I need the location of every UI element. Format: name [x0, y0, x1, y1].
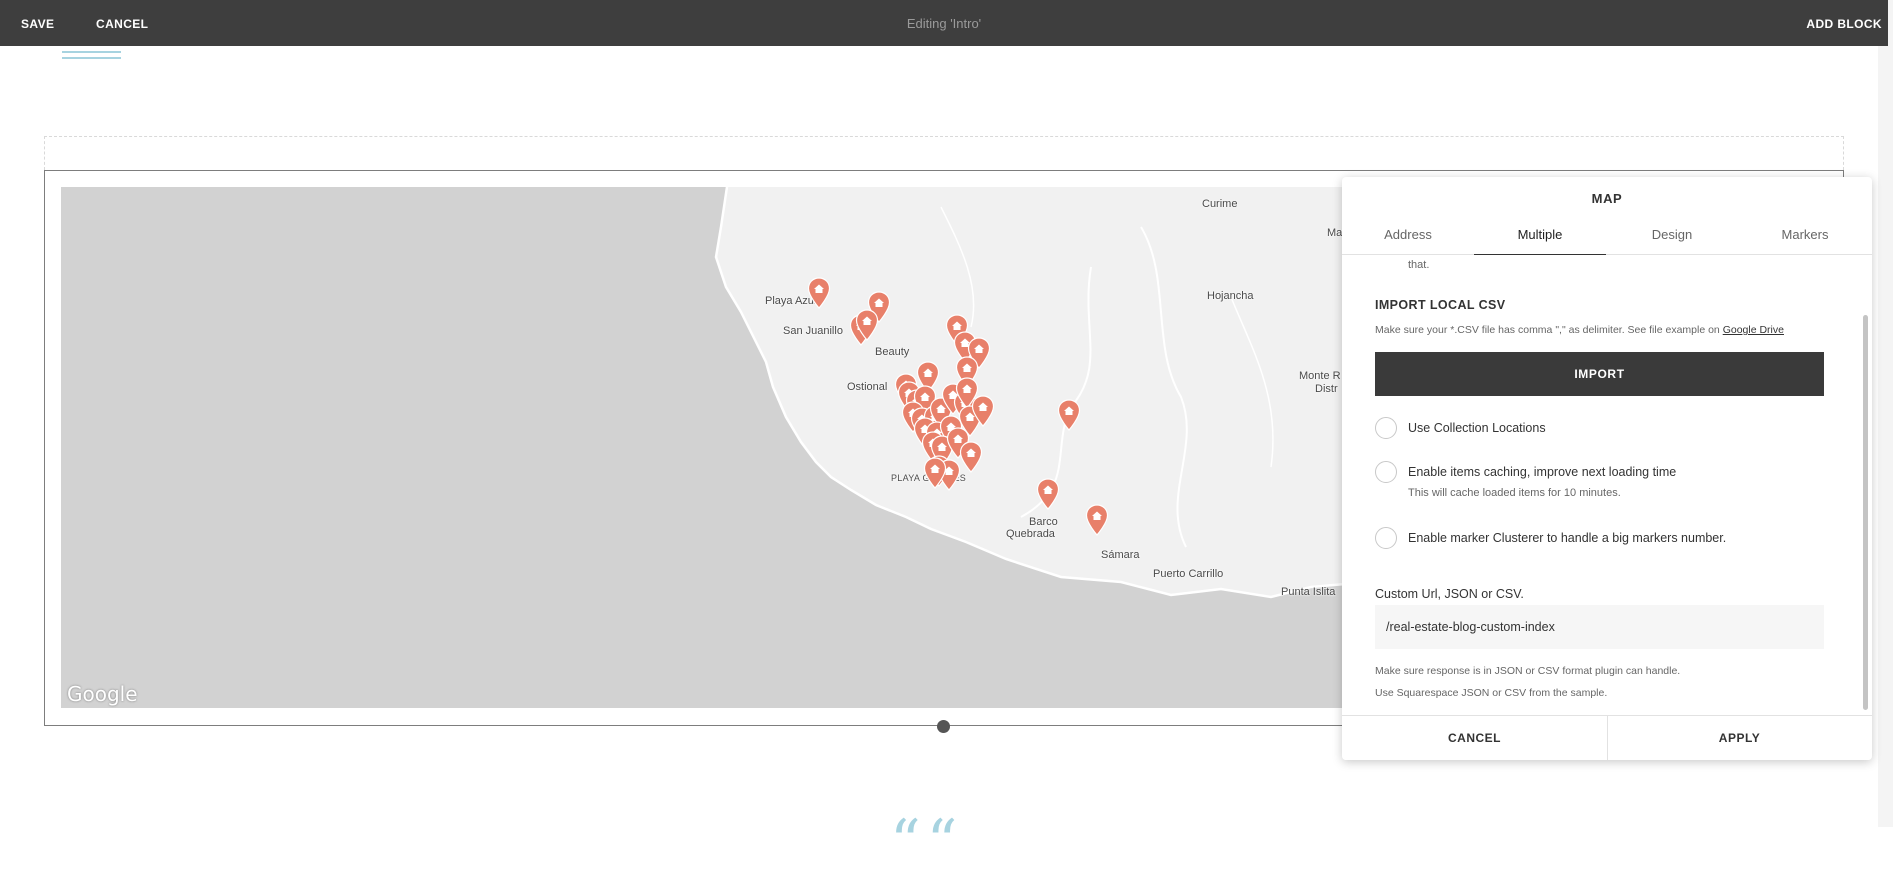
editor-toolbar: Editing 'Intro' SAVE CANCEL ADD BLOCK	[0, 0, 1888, 46]
map-label-ostional: Ostional	[847, 381, 888, 393]
panel-footer: CANCEL APPLY	[1342, 715, 1872, 760]
import-button[interactable]: IMPORT	[1375, 352, 1824, 396]
map-marker-icon[interactable]	[855, 309, 879, 341]
collection-locations-radio[interactable]	[1375, 417, 1397, 439]
google-logo: Google	[67, 682, 138, 706]
google-drive-link[interactable]: Google Drive	[1723, 324, 1784, 336]
map-label-monte-r: Monte R	[1299, 370, 1341, 382]
block-resize-handle[interactable]	[937, 720, 950, 733]
map-label-ma: Ma	[1327, 227, 1343, 239]
page-scrollbar[interactable]	[1878, 0, 1893, 827]
save-button[interactable]: SAVE	[21, 0, 54, 46]
map-settings-panel: MAP Address Multiple Design Markers that…	[1342, 177, 1872, 760]
custom-url-label: Custom Url, JSON or CSV.	[1375, 587, 1524, 601]
marker-clusterer-radio[interactable]	[1375, 527, 1397, 549]
panel-body[interactable]: that. IMPORT LOCAL CSV Make sure your *.…	[1342, 255, 1862, 716]
map-label-beauty: Beauty	[875, 346, 910, 358]
map-label-curime: Curime	[1202, 198, 1238, 210]
panel-tabs: Address Multiple Design Markers	[1342, 215, 1872, 255]
map-label-distr: Distr	[1315, 383, 1338, 395]
map-marker-icon[interactable]	[1036, 478, 1060, 510]
map-label-puerto-carrillo: Puerto Carrillo	[1153, 568, 1224, 580]
option-marker-clusterer[interactable]: Enable marker Clusterer to handle a big …	[1375, 527, 1824, 551]
items-caching-radio[interactable]	[1375, 461, 1397, 483]
custom-url-input[interactable]	[1375, 605, 1824, 649]
option-label: Enable items caching, improve next loadi…	[1408, 465, 1677, 479]
insert-block-zone[interactable]	[44, 136, 1844, 170]
map-marker-icon[interactable]	[1085, 504, 1109, 536]
map-label-quebrada: Quebrada	[1006, 528, 1055, 540]
custom-url-help-2: Use Squarespace JSON or CSV from the sam…	[1375, 687, 1608, 699]
map-marker-icon[interactable]	[807, 277, 831, 309]
custom-url-help-1: Make sure response is in JSON or CSV for…	[1375, 665, 1681, 677]
map-marker-icon[interactable]	[971, 395, 995, 427]
tab-markers[interactable]: Markers	[1738, 215, 1872, 255]
map-canvas[interactable]: Playa Azul San Juanillo Beauty Ostional …	[61, 187, 1391, 708]
map-label-barco: Barco	[1029, 516, 1058, 528]
option-items-caching[interactable]: Enable items caching, improve next loadi…	[1375, 461, 1824, 485]
map-marker-icon[interactable]	[959, 441, 983, 473]
tab-address[interactable]: Address	[1342, 215, 1474, 255]
option-collection-locations[interactable]: Use Collection Locations	[1375, 417, 1824, 441]
map-label-hojancha: Hojancha	[1207, 290, 1254, 302]
quote-decoration: ““	[890, 807, 964, 877]
tab-design[interactable]: Design	[1606, 215, 1738, 255]
editing-title: Editing 'Intro'	[906, 16, 982, 31]
option-sub-text: This will cache loaded items for 10 minu…	[1408, 487, 1621, 499]
option-label: Use Collection Locations	[1408, 421, 1546, 435]
import-csv-heading: IMPORT LOCAL CSV	[1375, 298, 1506, 312]
menu-line-decoration	[62, 51, 121, 53]
import-csv-help-text: Make sure your *.CSV file has comma "," …	[1375, 324, 1720, 336]
option-label: Enable marker Clusterer to handle a big …	[1408, 531, 1727, 545]
panel-title: MAP	[1591, 191, 1623, 206]
map-label-samara: Sámara	[1101, 549, 1140, 561]
cancel-button[interactable]: CANCEL	[96, 0, 148, 46]
menu-line-decoration	[62, 57, 121, 59]
apply-button[interactable]: APPLY	[1607, 716, 1872, 760]
tab-multiple[interactable]: Multiple	[1474, 215, 1606, 255]
add-block-button[interactable]: ADD BLOCK	[1806, 0, 1882, 46]
panel-cancel-button[interactable]: CANCEL	[1342, 716, 1607, 760]
intro-fragment: that.	[1408, 259, 1430, 271]
map-terrain	[714, 187, 1391, 599]
map-label-san-juanillo: San Juanillo	[783, 325, 843, 337]
import-csv-help: Make sure your *.CSV file has comma "," …	[1375, 324, 1784, 336]
panel-scrollbar[interactable]	[1863, 315, 1868, 710]
map-marker-icon[interactable]	[1057, 399, 1081, 431]
map-label-punta-islita: Punta Islita	[1281, 586, 1336, 598]
map-marker-icon[interactable]	[923, 457, 947, 489]
